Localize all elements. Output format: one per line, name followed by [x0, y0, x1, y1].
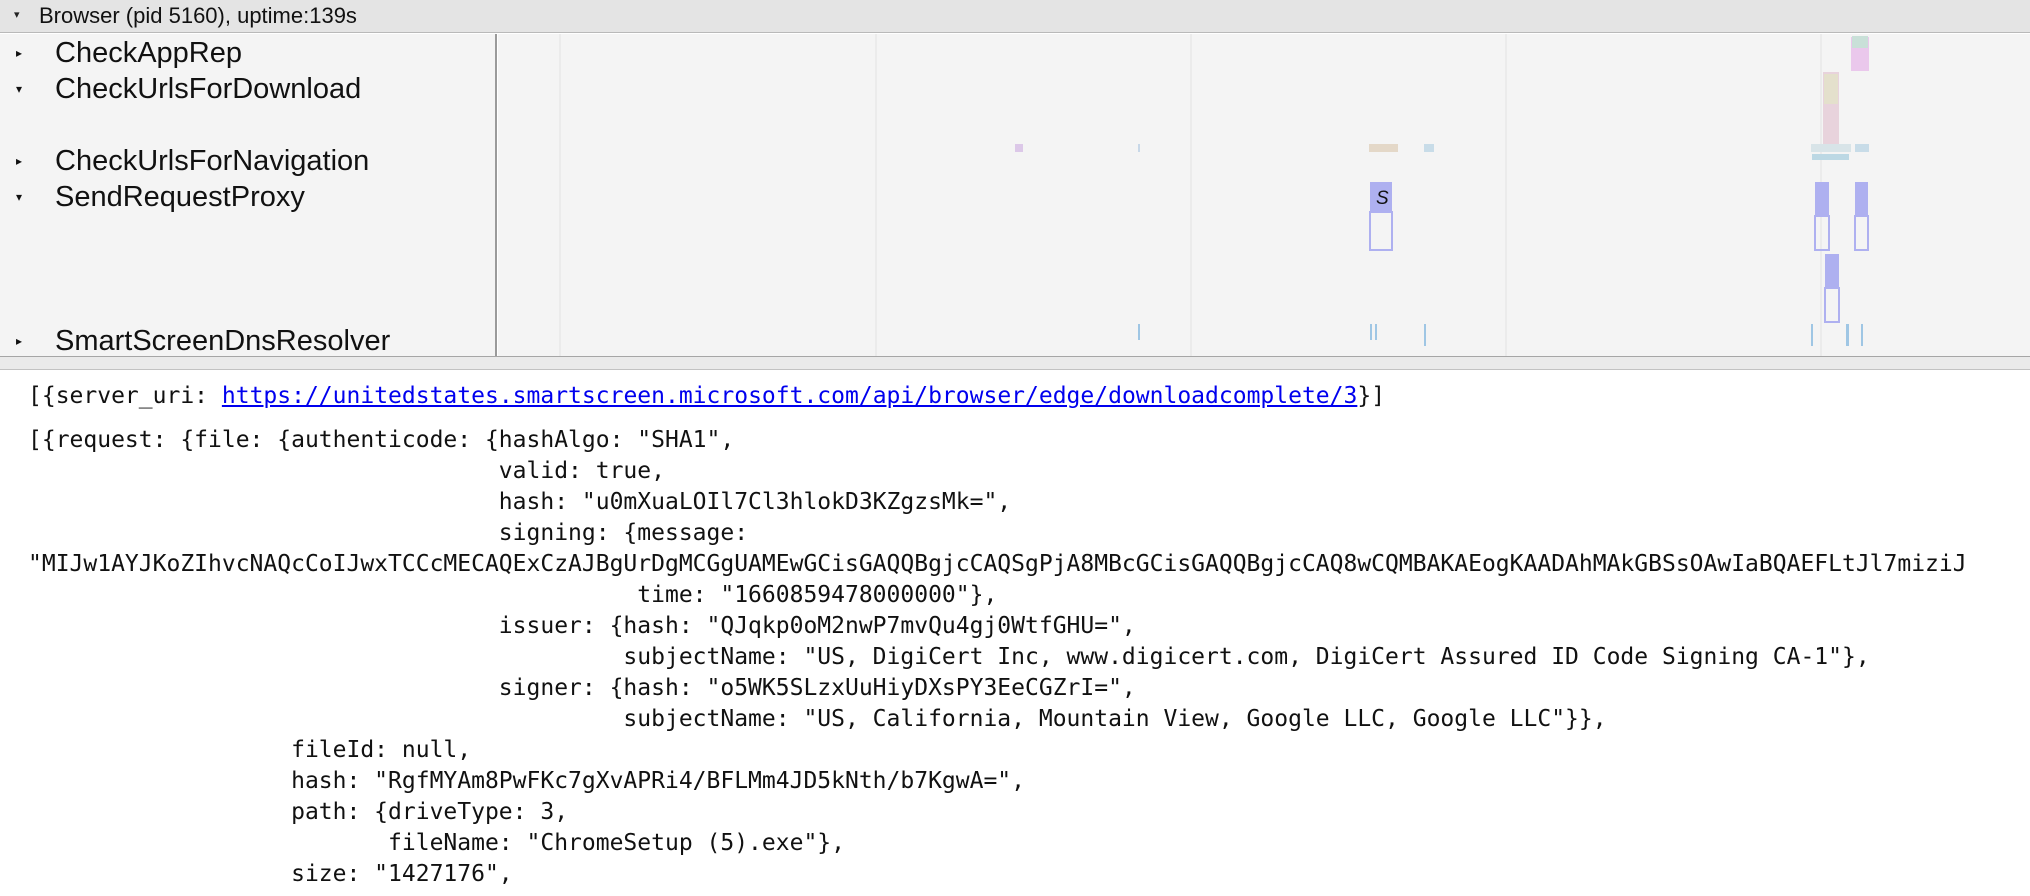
slice-send-request-proxy[interactable] — [1825, 254, 1839, 288]
code-line: path: {driveType: 3, — [28, 799, 569, 825]
slice-check-urls-for-navigation[interactable] — [1015, 144, 1023, 152]
slice-dns-resolver[interactable] — [1370, 324, 1372, 340]
track-label: SendRequestProxy — [55, 181, 305, 213]
slice-check-urls-for-navigation[interactable] — [1138, 144, 1140, 152]
track-check-urls-for-download[interactable]: ▾ CheckUrlsForDownload — [0, 72, 495, 106]
track-label: CheckUrlsForDownload — [55, 73, 362, 105]
code-line: issuer: {hash: "QJqkp0oM2nwP7mvQu4gj0Wtf… — [28, 613, 1136, 639]
server-uri-link[interactable]: https://unitedstates.smartscreen.microso… — [222, 383, 1357, 409]
collapse-arrow-icon[interactable]: ▾ — [16, 82, 22, 96]
slice-dns-resolver[interactable] — [1846, 324, 1849, 346]
slice-dns-resolver[interactable] — [1375, 324, 1377, 340]
process-header[interactable]: ▾ Browser (pid 5160), uptime:139s — [0, 0, 2030, 33]
collapse-arrow-icon[interactable]: ▾ — [16, 190, 22, 204]
request-json-view: [{request: {file: {authenticode: {hashAl… — [28, 425, 1967, 890]
code-line: subjectName: "US, California, Mountain V… — [28, 706, 1607, 732]
slice-dns-resolver[interactable] — [1861, 324, 1863, 346]
code-line: "MIJw1AYJKoZIhvcNAQcCoIJwxTCCcMECAQExCzA… — [28, 551, 1967, 577]
code-line: signer: {hash: "o5WK5SLzxUuHiyDXsPY3EeCG… — [28, 675, 1136, 701]
code-line: fileId: null, — [28, 737, 472, 763]
panel-resize-handle[interactable] — [0, 356, 2030, 370]
code-line: signing: {message: — [28, 520, 749, 546]
code-line: [{request: {file: {authenticode: {hashAl… — [28, 427, 735, 453]
timeline-panel[interactable]: S — [498, 34, 2030, 356]
slice-check-app-rep-outline[interactable] — [1852, 36, 1868, 48]
slice-label: S — [1376, 188, 1389, 209]
details-panel: [{server_uri: https://unitedstates.smart… — [0, 370, 2030, 896]
slice-dns-resolver[interactable] — [1424, 324, 1426, 346]
code-line: fileName: "ChromeSetup (5).exe"}, — [28, 830, 845, 856]
code-line: time: "1660859478000000"}, — [28, 582, 998, 608]
slice-check-urls-for-navigation[interactable] — [1855, 144, 1869, 152]
slice-send-request-proxy-tail[interactable] — [1369, 211, 1393, 251]
slice-send-request-proxy[interactable] — [1815, 182, 1829, 216]
track-label: CheckAppRep — [55, 37, 242, 69]
code-line: subjectName: "US, DigiCert Inc, www.digi… — [28, 644, 1870, 670]
expand-arrow-icon[interactable]: ▸ — [16, 46, 22, 60]
track-check-app-rep[interactable]: ▸ CheckAppRep — [0, 36, 495, 70]
expand-arrow-icon[interactable]: ▸ — [16, 334, 22, 348]
slice-check-urls-for-navigation[interactable] — [1424, 144, 1434, 152]
track-check-urls-for-navigation[interactable]: ▸ CheckUrlsForNavigation — [0, 144, 495, 178]
slice-send-request-proxy[interactable] — [1855, 182, 1868, 216]
slice-check-urls-for-download-nested[interactable] — [1824, 74, 1838, 104]
process-title: Browser (pid 5160), uptime:139s — [39, 3, 357, 28]
slice-check-urls-for-navigation[interactable] — [1811, 144, 1851, 152]
track-smartscreen-dns-resolver[interactable]: ▸ SmartScreenDnsResolver — [0, 324, 495, 358]
code-line: hash: "RgfMYAm8PwFKc7gXvAPRi4/BFLMm4JD5k… — [28, 768, 1025, 794]
slice-dns-resolver[interactable] — [1811, 324, 1813, 346]
slice-send-request-proxy-tail[interactable] — [1824, 287, 1840, 323]
code-line: valid: true, — [28, 458, 665, 484]
expand-arrow-icon[interactable]: ▸ — [16, 154, 22, 168]
timeline-canvas[interactable]: S — [498, 34, 2030, 356]
slice-check-urls-for-navigation[interactable] — [1369, 144, 1398, 152]
track-label: CheckUrlsForNavigation — [55, 145, 370, 177]
track-label: SmartScreenDnsResolver — [55, 325, 391, 357]
server-uri-line: [{server_uri: https://unitedstates.smart… — [28, 381, 1385, 412]
server-uri-suffix: }] — [1357, 383, 1386, 409]
code-line: hash: "u0mXuaLOIl7Cl3hlokD3KZgzsMk=", — [28, 489, 1012, 515]
track-label-panel: ▸ CheckAppRep ▾ CheckUrlsForDownload ▸ C… — [0, 34, 497, 358]
collapse-process-icon[interactable]: ▾ — [14, 8, 20, 21]
slice-send-request-proxy-tail[interactable] — [1814, 215, 1830, 251]
slice-send-request-proxy-tail[interactable] — [1854, 215, 1869, 251]
server-uri-prefix: [{server_uri: — [28, 383, 222, 409]
slice-dns-resolver[interactable] — [1138, 324, 1140, 340]
slice-check-urls-for-navigation[interactable] — [1812, 154, 1849, 160]
track-send-request-proxy[interactable]: ▾ SendRequestProxy — [0, 180, 495, 214]
code-line: size: "1427176", — [28, 861, 513, 887]
